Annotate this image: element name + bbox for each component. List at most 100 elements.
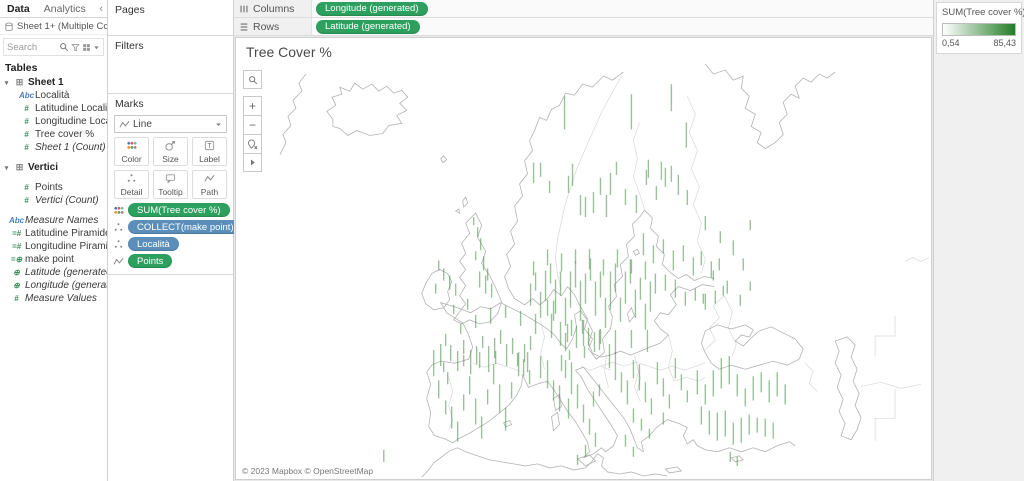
country-border (687, 96, 706, 274)
field-measure-names[interactable]: Abc Measure Names (0, 214, 107, 227)
pill-points[interactable]: Points (128, 254, 173, 268)
expander-icon[interactable]: ▾ (2, 164, 11, 172)
field-latitude-generated-[interactable]: ⊕ Latitude (generated) (0, 266, 107, 279)
mark-button-label: Color (121, 153, 142, 164)
color-icon (112, 205, 125, 216)
coastline (279, 73, 307, 155)
numeric-field-icon: ⊕ (13, 268, 20, 277)
field-longitudine-localit-[interactable]: # Longitudine Località (0, 115, 107, 128)
pill-collect-make-point-[interactable]: COLLECT(make point) (128, 220, 243, 234)
columns-shelf[interactable]: Columns Longitude (generated) (234, 0, 933, 18)
map-view[interactable]: + − © 2023 Mapbox © OpenStreetMap (236, 64, 931, 479)
map-attribution: © 2023 Mapbox © OpenStreetMap (238, 465, 378, 477)
path-button[interactable]: Path (192, 170, 227, 199)
field-label: Latitudine Piramide (25, 228, 107, 239)
cards-pane: Pages Filters Marks Line Color Size T Label… (108, 0, 243, 481)
marks-card: Marks Line Color Size T Label Detail Tooltip P… (108, 94, 243, 275)
rows-shelf-label: Rows (234, 18, 312, 35)
collapse-pane-icon[interactable]: ‹ (95, 3, 107, 15)
pane-tabs: Data Analytics ‹ (0, 0, 107, 18)
map-search-button[interactable] (243, 70, 262, 89)
field-longitude-generated-[interactable]: ⊕ Longitude (generated) (0, 279, 107, 292)
marks-pill-row: Località (112, 237, 229, 251)
field-points[interactable]: # Points (0, 181, 107, 194)
field-longitudine-piramide[interactable]: =#Longitudine Piramide (0, 240, 107, 253)
mark-type-caret-icon (215, 121, 222, 128)
field-label: Measure Values (25, 293, 97, 304)
toolbar-expand-button[interactable] (243, 153, 262, 172)
field-vertici[interactable]: ▾ ⊞ Vertici (0, 161, 107, 174)
rows-shelf[interactable]: Rows Latitude (generated) (234, 18, 933, 36)
filters-title: Filters (115, 40, 144, 52)
datasource-name: Sheet 1+ (Multiple Conn... (17, 21, 107, 32)
search-icon[interactable] (59, 42, 69, 52)
color-legend[interactable]: SUM(Tree cover %) 0,54 85,43 (936, 2, 1024, 54)
coastline (551, 411, 560, 432)
view-options-caret-icon[interactable] (93, 44, 100, 51)
numeric-field-icon: # (24, 196, 29, 205)
field-label: Vertici (Count) (35, 195, 99, 206)
country-border (874, 388, 896, 441)
coastline (834, 336, 862, 441)
pill-localit-[interactable]: Località (128, 237, 179, 251)
mark-button-label: Size (162, 153, 179, 164)
field-measure-values[interactable]: # Measure Values (0, 292, 107, 305)
map-controls: + − (243, 70, 262, 172)
field-localit-[interactable]: Abc Località (0, 89, 107, 102)
field-label: Points (35, 182, 63, 193)
field-label: Longitudine Località (35, 116, 107, 127)
filters-card[interactable]: Filters (108, 36, 233, 94)
numeric-field-icon: # (24, 117, 29, 126)
field-label: Measure Names (25, 215, 99, 226)
tableau-workspace: Data Analytics ‹ Sheet 1+ (Multiple Conn… (0, 0, 1024, 481)
numeric-field-icon: # (24, 130, 29, 139)
numeric-field-icon: # (14, 294, 19, 303)
filter-fields-icon[interactable] (71, 43, 80, 52)
detail-icon (126, 173, 137, 186)
coastline (326, 82, 409, 137)
coastline (440, 155, 448, 164)
mark-button-label: Detail (120, 186, 143, 197)
tab-analytics[interactable]: Analytics (37, 2, 93, 16)
tab-data[interactable]: Data (0, 2, 37, 16)
reset-pin-button[interactable] (243, 134, 262, 153)
field-latitudine-localit-[interactable]: # Latitudine Località (0, 102, 107, 115)
search-placeholder: Search (7, 41, 38, 53)
field-make-point[interactable]: =⊕ make point (0, 253, 107, 266)
legend-pane: SUM(Tree cover %) 0,54 85,43 (933, 0, 1024, 481)
tooltip-button[interactable]: Tooltip (153, 170, 188, 199)
label-icon: T (204, 140, 215, 153)
field-tree-cover-%[interactable]: # Tree cover % (0, 128, 107, 141)
field-vertici-count-[interactable]: # Vertici (Count) (0, 194, 107, 207)
field-latitudine-piramide[interactable]: =# Latitudine Piramide (0, 227, 107, 240)
path-icon (204, 173, 215, 186)
numeric-field-icon: =# (11, 229, 22, 238)
marks-title: Marks (115, 98, 144, 110)
field-sheet-1-count-[interactable]: # Sheet 1 (Count) (0, 141, 107, 154)
datasource-row[interactable]: Sheet 1+ (Multiple Conn... (0, 18, 107, 35)
pages-card[interactable]: Pages (108, 0, 233, 36)
field-sheet-1[interactable]: ▾ ⊞ Sheet 1 (0, 76, 107, 89)
label-button[interactable]: T Label (192, 137, 227, 166)
field-list: ▾⊞Sheet 1AbcLocalità#Latitudine Località… (0, 76, 107, 481)
sheet-card: Tree Cover % + − © 2023 Mapbox © OpenStr… (235, 37, 932, 480)
rows-pill[interactable]: Latitude (generated) (316, 19, 420, 34)
country-border (861, 381, 922, 389)
size-button[interactable]: Size (153, 137, 188, 166)
mark-type-dropdown[interactable]: Line (114, 115, 227, 133)
detail-button[interactable]: Detail (114, 170, 149, 199)
zoom-in-button[interactable]: + (243, 96, 262, 115)
string-field-icon: Abc (8, 216, 25, 225)
view-options-icon[interactable] (82, 43, 91, 52)
search-field[interactable]: Search (3, 38, 104, 56)
legend-title: SUM(Tree cover %) (942, 7, 1024, 18)
map-canvas[interactable] (236, 64, 931, 479)
columns-label-text: Columns (253, 2, 295, 15)
color-button[interactable]: Color (114, 137, 149, 166)
zoom-out-button[interactable]: − (243, 115, 262, 134)
sheet-title: Tree Cover % (246, 44, 332, 60)
data-pane: Data Analytics ‹ Sheet 1+ (Multiple Conn… (0, 0, 108, 481)
pill-sum-tree-cover-%-[interactable]: SUM(Tree cover %) (128, 203, 230, 217)
columns-pill[interactable]: Longitude (generated) (316, 1, 428, 16)
expander-icon[interactable]: ▾ (2, 79, 11, 87)
